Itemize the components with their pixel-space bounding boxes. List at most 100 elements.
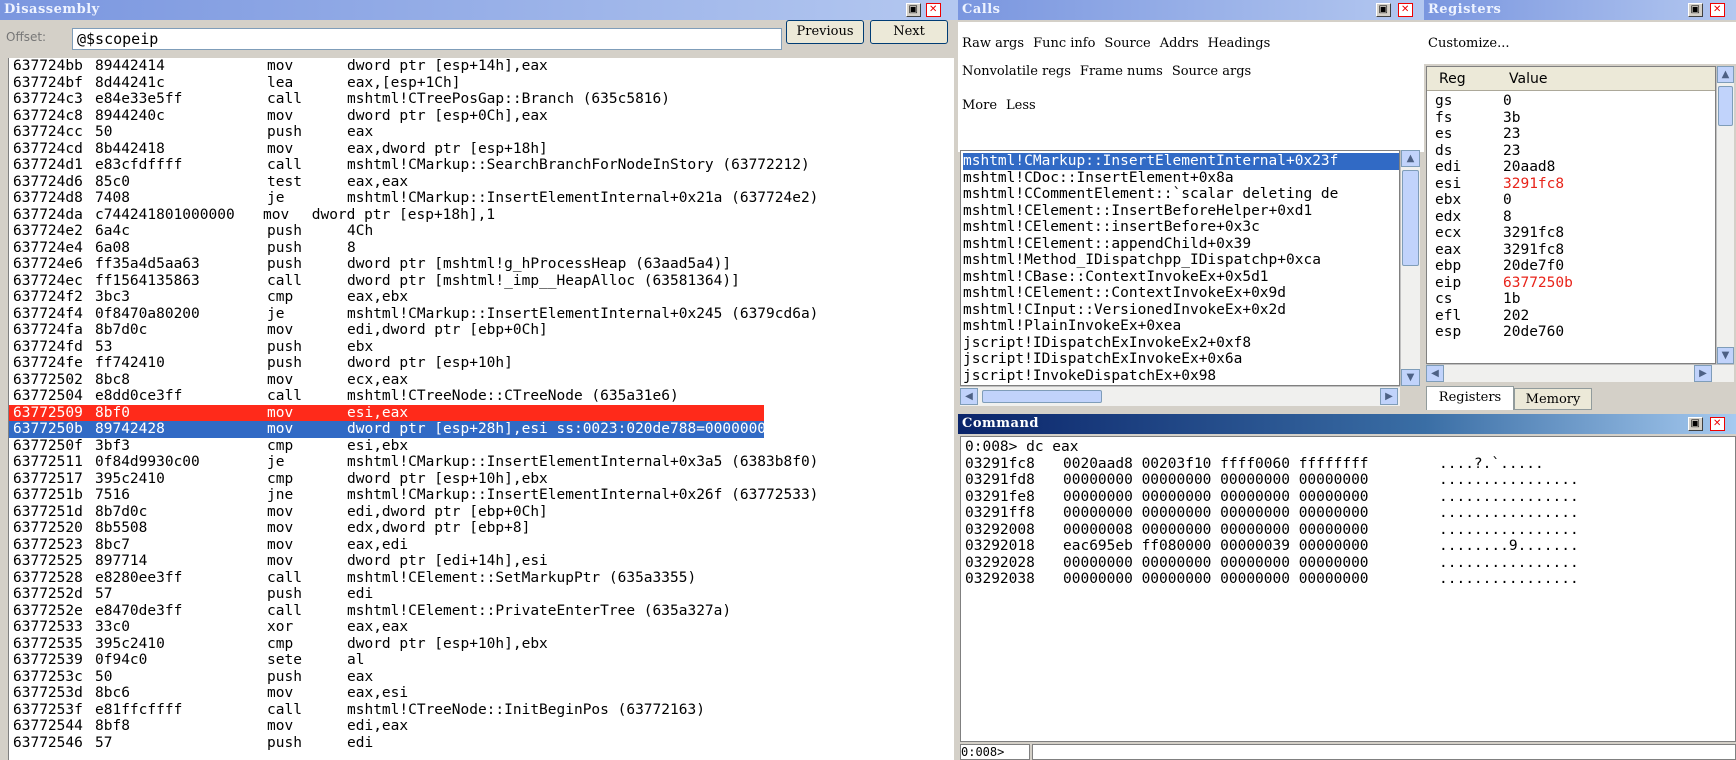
calls-option-toggle[interactable]: Func info: [1033, 36, 1095, 51]
disassembly-line[interactable]: 637724e2 6a4c push 4Ch: [9, 223, 954, 240]
close-icon[interactable]: ✕: [1710, 3, 1725, 17]
window-icon[interactable]: ▣: [906, 3, 921, 17]
call-stack-frame[interactable]: mshtml!CInput::VersionedInvokeEx+0x2d: [963, 302, 1286, 319]
disassembly-line[interactable]: 637724bf 8d44241c lea eax,[esp+1Ch]: [9, 75, 954, 92]
call-stack-frame[interactable]: mshtml!CCommentElement::`scalar deleting…: [963, 186, 1338, 203]
disassembly-line[interactable]: 637724d1 e83cfdffff call mshtml!CMarkup::Se…: [9, 157, 954, 174]
calls-option-toggle[interactable]: Addrs: [1160, 36, 1199, 51]
value-column-header[interactable]: Value: [1509, 71, 1547, 87]
disassembly-line[interactable]: 637724e6 ff35a4d5aa63 push dword ptr [mshtm…: [9, 256, 954, 273]
disassembly-line[interactable]: 63772535 395c2410 cmp dword ptr [esp+10h],e…: [9, 636, 954, 653]
call-stack-frame[interactable]: jscript!IDispatchExInvokeEx2+0xf8: [963, 335, 1251, 352]
disassembly-line[interactable]: 63772539 0f94c0 sete al: [9, 652, 954, 669]
disassembly-line[interactable]: 63772511 0f84d9930c00 je mshtml!CMarkup::In…: [9, 454, 954, 471]
disassembly-line[interactable]: 637724bb 89442414 mov dword ptr [esp+14h],e…: [9, 58, 954, 75]
disassembly-line[interactable]: 637724da c744241801000000 mov dword ptr [e…: [9, 207, 954, 224]
disassembly-line[interactable]: 63772502 8bc8 mov ecx,eax: [9, 372, 954, 389]
register-row[interactable]: gs 0: [1427, 93, 1715, 110]
call-stack-frame[interactable]: jscript!InvokeDispatchEx+0x98: [963, 368, 1216, 385]
register-value[interactable]: 20de760: [1503, 324, 1564, 341]
calls-option-toggle[interactable]: Less: [1006, 98, 1036, 113]
register-value[interactable]: 6377250b: [1503, 275, 1573, 292]
register-row[interactable]: edi 20aad8: [1427, 159, 1715, 176]
disassembly-line[interactable]: 6377253d 8bc6 mov eax,esi: [9, 685, 954, 702]
calls-option-toggle[interactable]: Headings: [1208, 36, 1271, 51]
register-row[interactable]: esi 3291fc8: [1427, 176, 1715, 193]
register-value[interactable]: 1b: [1503, 291, 1520, 308]
scroll-up-icon[interactable]: ▲: [1717, 66, 1734, 83]
scroll-right-icon[interactable]: ▶: [1380, 388, 1398, 405]
disassembly-line[interactable]: 6377251b 7516 jne mshtml!CMarkup::InsertEle…: [9, 487, 954, 504]
calls-horizontal-scrollbar[interactable]: ◀ ▶: [960, 386, 1400, 406]
call-stack-frame[interactable]: mshtml!CDoc::InsertElement+0x8a: [963, 170, 1234, 187]
disassembly-line[interactable]: 637724ec ff1564135863 call dword ptr [mshtm…: [9, 273, 954, 290]
register-value[interactable]: 20aad8: [1503, 159, 1555, 176]
disassembly-line[interactable]: 63772546 57 push edi: [9, 735, 954, 752]
register-value[interactable]: 0: [1503, 192, 1512, 209]
disassembly-line[interactable]: 637724cc 50 push eax: [9, 124, 954, 141]
reg-column-header[interactable]: Reg: [1439, 71, 1466, 87]
register-value[interactable]: 3291fc8: [1503, 176, 1564, 193]
register-row[interactable]: ebx 0: [1427, 192, 1715, 209]
disassembly-line[interactable]: 6377252d 57 push edi: [9, 586, 954, 603]
register-row[interactable]: eax 3291fc8: [1427, 242, 1715, 259]
register-row[interactable]: edx 8: [1427, 209, 1715, 226]
disassembly-line[interactable]: 6377250b 89742428 mov dword ptr [esp+28h],e…: [9, 421, 775, 438]
disassembly-line[interactable]: 637724fd 53 push ebx: [9, 339, 954, 356]
scrollbar-thumb[interactable]: [982, 390, 1102, 403]
previous-button[interactable]: Previous: [786, 20, 864, 44]
register-value[interactable]: 3b: [1503, 110, 1520, 127]
disassembly-line[interactable]: 63772533 33c0 xor eax,eax: [9, 619, 954, 636]
register-row[interactable]: eip 6377250b: [1427, 275, 1715, 292]
scroll-down-icon[interactable]: ▼: [1401, 369, 1420, 386]
disassembly-line[interactable]: 637724e4 6a08 push 8: [9, 240, 954, 257]
calls-option-toggle[interactable]: Raw args: [962, 36, 1024, 51]
calls-option-toggle[interactable]: Frame nums: [1080, 64, 1163, 79]
scroll-down-icon[interactable]: ▼: [1717, 347, 1734, 364]
register-value[interactable]: 3291fc8: [1503, 242, 1564, 259]
disassembly-line[interactable]: 637724d6 85c0 test eax,eax: [9, 174, 954, 191]
disassembly-line[interactable]: 6377250f 3bf3 cmp esi,ebx: [9, 438, 954, 455]
command-input[interactable]: [1032, 744, 1736, 760]
calls-vertical-scrollbar[interactable]: ▲ ▼: [1400, 150, 1420, 386]
call-stack-frame[interactable]: mshtml!PlainInvokeEx+0xea: [963, 318, 1181, 335]
call-stack-frame[interactable]: jscript!IDispatchExInvokeEx+0x6a: [963, 351, 1242, 368]
call-stack-frame[interactable]: mshtml!CMarkup::InsertElementInternal+0x…: [963, 153, 1399, 170]
register-value[interactable]: 202: [1503, 308, 1529, 325]
scroll-up-icon[interactable]: ▲: [1401, 150, 1420, 167]
registers-vertical-scrollbar[interactable]: ▲ ▼: [1716, 66, 1734, 364]
disassembly-line[interactable]: 63772528 e8280ee3ff call mshtml!CElement::S…: [9, 570, 954, 587]
register-value[interactable]: 8: [1503, 209, 1512, 226]
scrollbar-thumb[interactable]: [1402, 170, 1419, 266]
close-icon[interactable]: ✕: [1398, 3, 1413, 17]
customize-link[interactable]: Customize...: [1424, 22, 1736, 64]
call-stack-list[interactable]: mshtml!CMarkup::InsertElementInternal+0x…: [960, 150, 1400, 386]
disassembly-line[interactable]: 6377252e e8470de3ff call mshtml!CElement::P…: [9, 603, 954, 620]
disassembly-line[interactable]: 6377253c 50 push eax: [9, 669, 954, 686]
register-value[interactable]: 23: [1503, 126, 1520, 143]
register-row[interactable]: fs 3b: [1427, 110, 1715, 127]
call-stack-frame[interactable]: mshtml!CElement::appendChild+0x39: [963, 236, 1251, 253]
calls-option-toggle[interactable]: More: [962, 98, 997, 113]
disassembly-line[interactable]: 637724c3 e84e33e5ff call mshtml!CTreePosGap…: [9, 91, 954, 108]
register-row[interactable]: esp 20de760: [1427, 324, 1715, 341]
call-stack-frame[interactable]: mshtml!Method_IDispatchpp_IDispatchp+0xc…: [963, 252, 1321, 269]
disassembly-line[interactable]: 63772509 8bf0 mov esi,eax: [9, 404, 764, 421]
calls-option-toggle[interactable]: Source: [1104, 36, 1150, 51]
call-stack-frame[interactable]: mshtml!CElement::insertBefore+0x3c: [963, 219, 1260, 236]
disassembly-line[interactable]: 637724c8 8944240c mov dword ptr [esp+0Ch],e…: [9, 108, 954, 125]
window-icon[interactable]: ▣: [1376, 3, 1391, 17]
disassembly-line[interactable]: 637724fa 8b7d0c mov edi,dword ptr [ebp+0Ch]: [9, 322, 954, 339]
register-value[interactable]: 20de7f0: [1503, 258, 1564, 275]
scroll-left-icon[interactable]: ◀: [1426, 365, 1444, 382]
registers-table[interactable]: Reg Value gs 0 fs 3b es 23 ds 23 edi 20aad8 esi 329…: [1426, 66, 1716, 364]
registers-horizontal-scrollbar[interactable]: ◀ ▶: [1426, 364, 1734, 382]
disassembly-line[interactable]: 637724f4 0f8470a80200 je mshtml!CMarkup::In…: [9, 306, 954, 323]
register-row[interactable]: cs 1b: [1427, 291, 1715, 308]
disassembly-line[interactable]: 63772523 8bc7 mov eax,edi: [9, 537, 954, 554]
window-icon[interactable]: ▣: [1688, 3, 1703, 17]
offset-input[interactable]: @$scopeip: [72, 28, 782, 50]
register-row[interactable]: ecx 3291fc8: [1427, 225, 1715, 242]
close-icon[interactable]: ✕: [926, 3, 941, 17]
scroll-left-icon[interactable]: ◀: [960, 388, 978, 405]
